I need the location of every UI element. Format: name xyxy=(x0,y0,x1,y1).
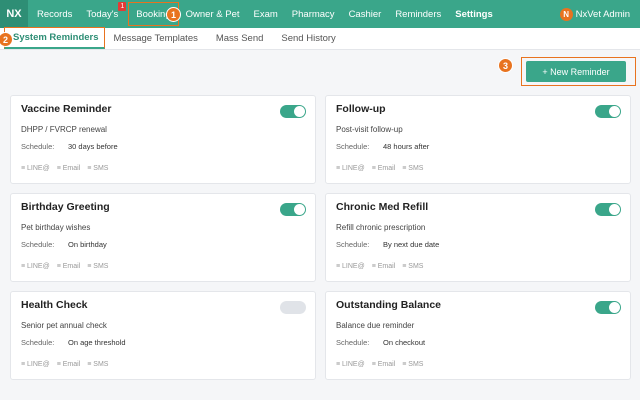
enable-toggle[interactable] xyxy=(595,203,621,216)
nav-item-todays[interactable]: Today's 1 xyxy=(79,0,127,28)
channel-list: ≡ LINE@ ≡ Email ≡ SMS xyxy=(21,165,108,172)
channel-line: ≡ LINE@ xyxy=(336,361,365,368)
schedule-value: 30 days before xyxy=(68,142,118,151)
channel-email: ≡ Email xyxy=(371,165,396,172)
avatar: N xyxy=(559,7,573,21)
channel-line: ≡ LINE@ xyxy=(336,165,365,172)
channel-email: ≡ Email xyxy=(56,263,81,270)
card-title: Vaccine Reminder xyxy=(21,103,112,115)
channel-list: ≡ LINE@ ≡ Email ≡ SMS xyxy=(336,165,423,172)
schedule-value: On birthday xyxy=(68,240,107,249)
schedule-label: Schedule: xyxy=(21,142,55,151)
card-description: Balance due reminder xyxy=(336,321,415,330)
card-title: Chronic Med Refill xyxy=(336,201,429,213)
schedule-label: Schedule: xyxy=(21,338,55,347)
schedule-value: On age threshold xyxy=(68,338,126,347)
nav-item-label: Records xyxy=(37,8,73,20)
channel-sms: ≡ SMS xyxy=(87,263,109,270)
enable-toggle[interactable] xyxy=(595,105,621,118)
nav-item-cashier[interactable]: Cashier xyxy=(342,0,389,28)
channel-line: ≡ LINE@ xyxy=(21,165,50,172)
channel-list: ≡ LINE@ ≡ Email ≡ SMS xyxy=(21,263,108,270)
new-reminder-button[interactable]: + New Reminder xyxy=(526,61,626,82)
nav-item-settings[interactable]: Settings xyxy=(448,0,499,28)
card-description: Post-visit follow-up xyxy=(336,125,403,134)
tab-mass-send[interactable]: Mass Send xyxy=(207,27,273,49)
nav-item-pharmacy[interactable]: Pharmacy xyxy=(285,0,342,28)
channel-sms: ≡ SMS xyxy=(402,263,424,270)
card-title: Health Check xyxy=(21,299,88,311)
schedule-value: On checkout xyxy=(383,338,426,347)
reminder-card-vaccine: Vaccine Reminder DHPP / FVRCP renewal Sc… xyxy=(10,95,316,184)
top-nav-bar: NX Records Today's 1 Booking Owner & Pet … xyxy=(0,0,640,28)
app-logo[interactable]: NX xyxy=(0,0,28,28)
channel-line: ≡ LINE@ xyxy=(336,263,365,270)
reminder-card-health-check: Health Check Senior pet annual check Sch… xyxy=(10,291,316,380)
schedule-value: By next due date xyxy=(383,240,440,249)
nav-item-label: Today's xyxy=(86,8,119,20)
notification-badge: 1 xyxy=(118,2,127,11)
nav-item-label: Reminders xyxy=(395,8,442,20)
enable-toggle[interactable] xyxy=(595,301,621,314)
nav-item-owner-pet[interactable]: Owner & Pet xyxy=(179,0,247,28)
main-nav: Records Today's 1 Booking Owner & Pet Exa… xyxy=(30,0,500,28)
channel-list: ≡ LINE@ ≡ Email ≡ SMS xyxy=(21,361,108,368)
schedule-label: Schedule: xyxy=(336,240,370,249)
schedule-value: 48 hours after xyxy=(383,142,430,151)
reminder-card-follow-up: Follow-up Post-visit follow-up Schedule:… xyxy=(325,95,631,184)
nav-item-exam[interactable]: Exam xyxy=(247,0,285,28)
nav-item-label: Owner & Pet xyxy=(185,8,240,20)
channel-line: ≡ LINE@ xyxy=(21,361,50,368)
nav-item-label: Exam xyxy=(253,8,278,20)
toggle-knob xyxy=(609,204,620,215)
reminder-card-outstanding-balance: Outstanding Balance Balance due reminder… xyxy=(325,291,631,380)
tab-message-templates[interactable]: Message Templates xyxy=(105,27,207,49)
channel-email: ≡ Email xyxy=(371,263,396,270)
channel-sms: ≡ SMS xyxy=(402,165,424,172)
user-menu[interactable]: N NxVet Admin xyxy=(559,0,630,28)
tab-send-history[interactable]: Send History xyxy=(272,27,344,49)
schedule-label: Schedule: xyxy=(336,338,370,347)
tab-system-reminders[interactable]: System Reminders xyxy=(4,27,105,49)
channel-sms: ≡ SMS xyxy=(402,361,424,368)
settings-subtabs: System Reminders Message Templates Mass … xyxy=(0,27,640,50)
card-description: Refill chronic prescription xyxy=(336,223,426,232)
card-description: Pet birthday wishes xyxy=(21,223,91,232)
enable-toggle[interactable] xyxy=(280,105,306,118)
channel-email: ≡ Email xyxy=(371,361,396,368)
toggle-knob xyxy=(294,106,305,117)
reminder-card-birthday: Birthday Greeting Pet birthday wishes Sc… xyxy=(10,193,316,282)
nav-item-label: Cashier xyxy=(348,8,382,20)
nav-item-label: Pharmacy xyxy=(291,8,335,20)
step-marker-3: 3 xyxy=(498,58,513,73)
card-title: Outstanding Balance xyxy=(336,299,442,311)
enable-toggle[interactable] xyxy=(280,203,306,216)
toggle-knob xyxy=(609,106,620,117)
card-description: DHPP / FVRCP renewal xyxy=(21,125,107,134)
toggle-knob xyxy=(294,204,305,215)
nav-item-records[interactable]: Records xyxy=(30,0,79,28)
channel-sms: ≡ SMS xyxy=(87,165,109,172)
channel-list: ≡ LINE@ ≡ Email ≡ SMS xyxy=(336,361,423,368)
channel-line: ≡ LINE@ xyxy=(21,263,50,270)
channel-email: ≡ Email xyxy=(56,361,81,368)
step-marker-1: 1 xyxy=(166,7,181,22)
toggle-knob xyxy=(609,302,620,313)
card-title: Follow-up xyxy=(336,103,386,115)
reminder-card-chronic-refill: Chronic Med Refill Refill chronic prescr… xyxy=(325,193,631,282)
channel-sms: ≡ SMS xyxy=(87,361,109,368)
nav-item-label: Settings xyxy=(455,8,493,20)
schedule-label: Schedule: xyxy=(336,142,370,151)
enable-toggle[interactable] xyxy=(280,301,306,314)
card-description: Senior pet annual check xyxy=(21,321,107,330)
schedule-label: Schedule: xyxy=(21,240,55,249)
channel-email: ≡ Email xyxy=(56,165,81,172)
card-title: Birthday Greeting xyxy=(21,201,110,213)
channel-list: ≡ LINE@ ≡ Email ≡ SMS xyxy=(336,263,423,270)
user-name: NxVet Admin xyxy=(575,8,630,20)
nav-item-reminders[interactable]: Reminders xyxy=(388,0,448,28)
